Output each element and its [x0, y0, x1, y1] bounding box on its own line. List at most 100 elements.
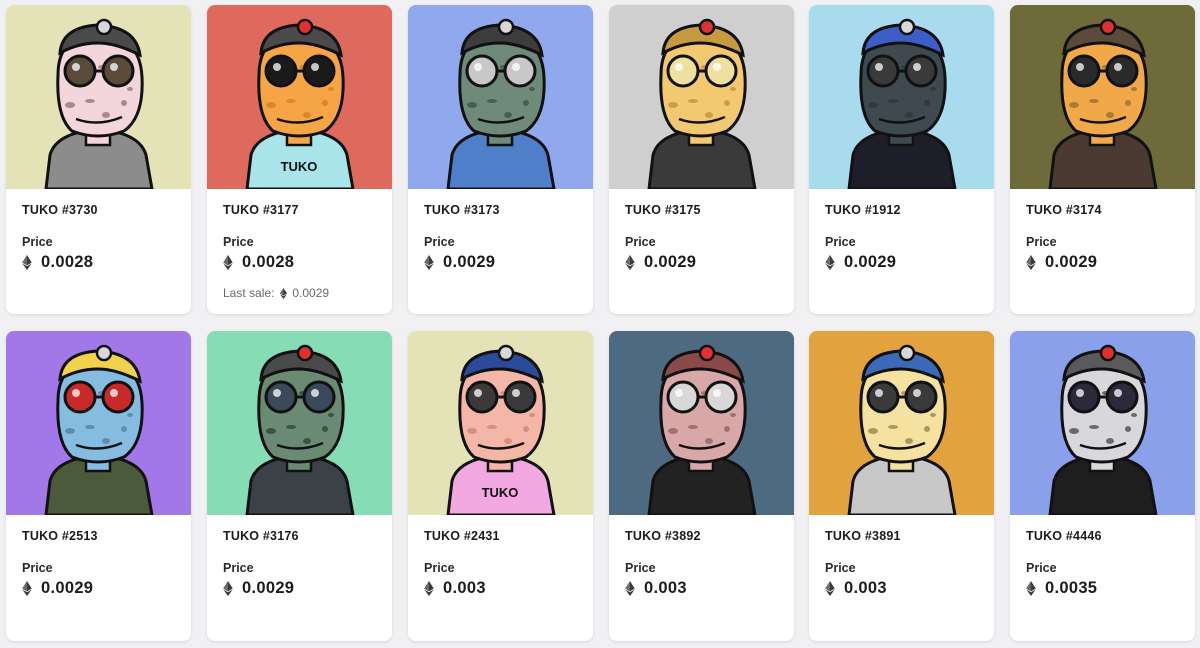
nft-name: TUKO #3175: [625, 203, 701, 217]
nft-name: TUKO #3730: [22, 203, 98, 217]
nft-card[interactable]: TUKO #3891 Price 0.003: [809, 331, 994, 641]
price-label: Price: [223, 561, 254, 575]
ethereum-icon: [1026, 581, 1036, 596]
nft-card[interactable]: TUKO #1912 Price 0.0029: [809, 5, 994, 314]
svg-text:TUKO: TUKO: [482, 485, 519, 500]
price-label: Price: [1026, 561, 1057, 575]
price-value: 0.0029: [644, 253, 697, 271]
ethereum-icon: [22, 255, 32, 270]
nft-card[interactable]: TUKO #3175 Price 0.0029: [609, 5, 794, 314]
price-value: 0.0029: [844, 253, 897, 271]
price-label: Price: [22, 235, 53, 249]
price-row: 0.0028: [22, 253, 175, 272]
nft-card[interactable]: TUKO #3892 Price 0.003: [609, 331, 794, 641]
ethereum-icon: [825, 581, 835, 596]
price-value: 0.0029: [1045, 253, 1098, 271]
nft-card[interactable]: TUKO #3173 Price 0.0029: [408, 5, 593, 314]
nft-name: TUKO #3176: [223, 529, 299, 543]
ethereum-icon: [625, 255, 635, 270]
price-row: 0.0029: [223, 579, 376, 598]
gecko-illustration: [207, 331, 392, 515]
nft-card[interactable]: TUKO TUKO #3177 Price 0.0028 Last sale: …: [207, 5, 392, 314]
ethereum-icon: [825, 255, 835, 270]
nft-name: TUKO #3892: [625, 529, 701, 543]
gecko-illustration: [809, 331, 994, 515]
gecko-illustration: TUKO: [207, 5, 392, 189]
nft-image[interactable]: [809, 5, 994, 189]
price-label: Price: [424, 561, 455, 575]
ethereum-icon: [223, 255, 233, 270]
nft-image[interactable]: [6, 5, 191, 189]
last-sale: Last sale: 0.0029: [223, 286, 376, 300]
last-sale-label: Last sale:: [223, 286, 275, 300]
nft-name: TUKO #1912: [825, 203, 901, 217]
price-value: 0.0029: [41, 579, 94, 597]
price-row: 0.003: [625, 579, 778, 598]
gecko-illustration: TUKO: [408, 331, 593, 515]
price-value: 0.0028: [41, 253, 94, 271]
gecko-illustration: [609, 5, 794, 189]
nft-image[interactable]: [609, 5, 794, 189]
price-label: Price: [223, 235, 254, 249]
price-row: 0.0028: [223, 253, 376, 272]
ethereum-icon: [1026, 255, 1036, 270]
price-label: Price: [424, 235, 455, 249]
nft-card[interactable]: TUKO #3730 Price 0.0028: [6, 5, 191, 314]
nft-card[interactable]: TUKO #2513 Price 0.0029: [6, 331, 191, 641]
ethereum-icon: [625, 581, 635, 596]
ethereum-icon: [424, 255, 434, 270]
price-label: Price: [1026, 235, 1057, 249]
nft-image[interactable]: [207, 331, 392, 515]
last-sale-value: 0.0029: [292, 286, 330, 300]
price-row: 0.0029: [825, 253, 978, 272]
nft-grid: TUKO #3730 Price 0.0028 TUKO TUKO #3177 …: [0, 0, 1200, 648]
price-row: 0.003: [424, 579, 577, 598]
gecko-illustration: [6, 5, 191, 189]
price-label: Price: [22, 561, 53, 575]
nft-name: TUKO #3891: [825, 529, 901, 543]
nft-name: TUKO #2513: [22, 529, 98, 543]
nft-image[interactable]: TUKO: [408, 331, 593, 515]
nft-card[interactable]: TUKO #4446 Price 0.0035: [1010, 331, 1195, 641]
ethereum-icon: [424, 581, 434, 596]
nft-image[interactable]: [6, 331, 191, 515]
price-value: 0.0028: [242, 253, 295, 271]
price-row: 0.0029: [1026, 253, 1179, 272]
nft-name: TUKO #3173: [424, 203, 500, 217]
price-row: 0.0029: [625, 253, 778, 272]
gecko-illustration: [1010, 5, 1195, 189]
svg-text:TUKO: TUKO: [281, 159, 318, 174]
nft-name: TUKO #4446: [1026, 529, 1102, 543]
nft-name: TUKO #3174: [1026, 203, 1102, 217]
nft-image[interactable]: [1010, 5, 1195, 189]
nft-card[interactable]: TUKO #3176 Price 0.0029: [207, 331, 392, 641]
price-row: 0.0035: [1026, 579, 1179, 598]
price-value: 0.0029: [242, 579, 295, 597]
gecko-illustration: [408, 5, 593, 189]
price-label: Price: [825, 235, 856, 249]
price-label: Price: [625, 561, 656, 575]
gecko-illustration: [1010, 331, 1195, 515]
nft-card[interactable]: TUKO TUKO #2431 Price 0.003: [408, 331, 593, 641]
nft-image[interactable]: [809, 331, 994, 515]
price-row: 0.003: [825, 579, 978, 598]
price-value: 0.003: [844, 579, 887, 597]
gecko-illustration: [809, 5, 994, 189]
price-value: 0.003: [443, 579, 486, 597]
price-row: 0.0029: [424, 253, 577, 272]
ethereum-icon: [223, 581, 233, 596]
ethereum-icon: [280, 287, 288, 299]
nft-image[interactable]: [609, 331, 794, 515]
nft-image[interactable]: [408, 5, 593, 189]
price-label: Price: [625, 235, 656, 249]
nft-image[interactable]: TUKO: [207, 5, 392, 189]
nft-card[interactable]: TUKO #3174 Price 0.0029: [1010, 5, 1195, 314]
price-value: 0.0035: [1045, 579, 1098, 597]
price-label: Price: [825, 561, 856, 575]
price-value: 0.003: [644, 579, 687, 597]
nft-name: TUKO #2431: [424, 529, 500, 543]
price-row: 0.0029: [22, 579, 175, 598]
ethereum-icon: [22, 581, 32, 596]
gecko-illustration: [609, 331, 794, 515]
nft-image[interactable]: [1010, 331, 1195, 515]
